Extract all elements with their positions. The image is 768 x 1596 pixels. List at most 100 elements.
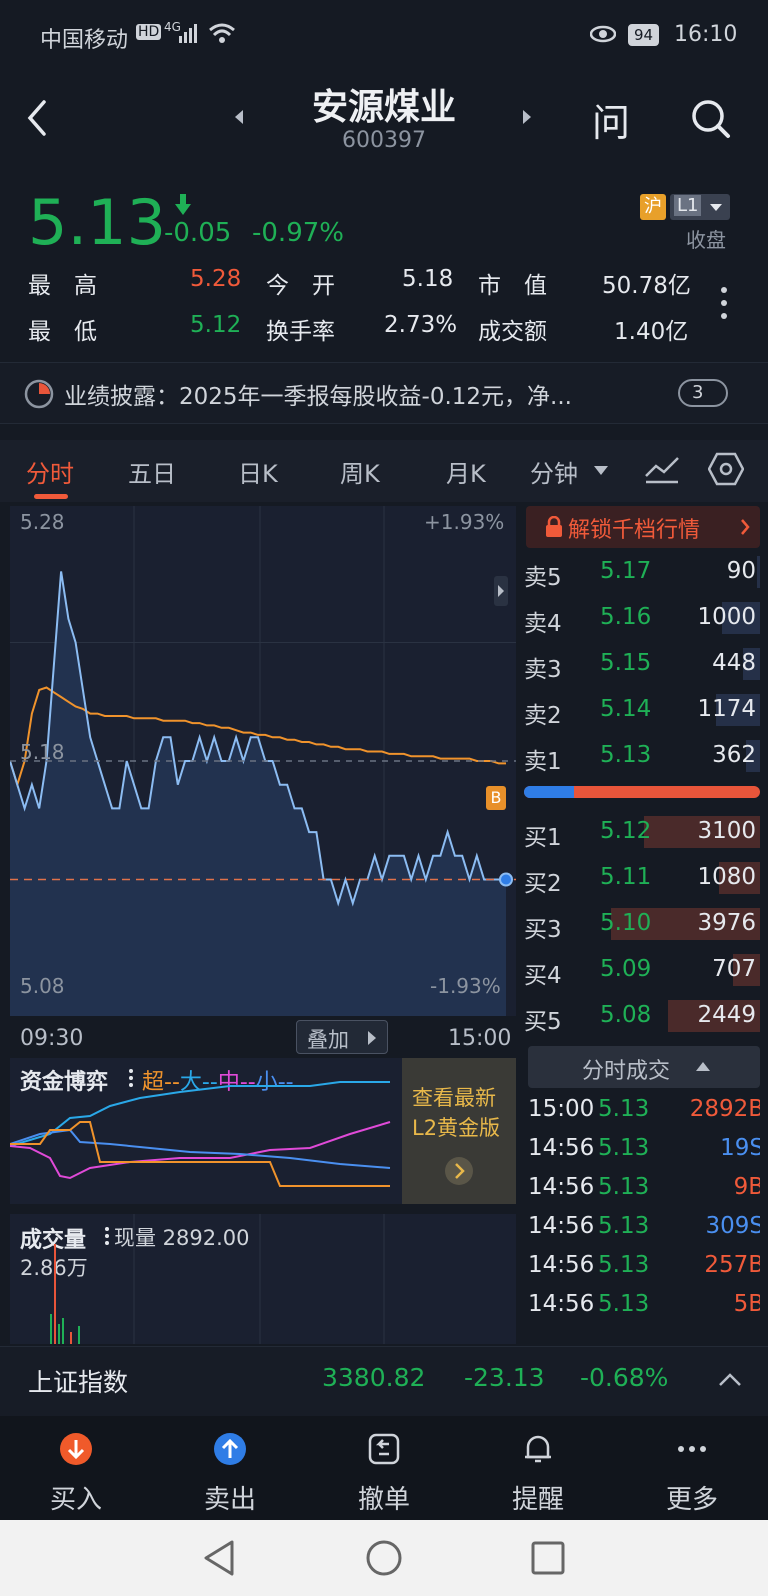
l2-promo-banner[interactable]: 查看最新 L2黄金版 <box>402 1058 516 1204</box>
tick-price: 5.13 <box>598 1252 650 1278</box>
tick-price: 5.13 <box>598 1213 650 1239</box>
tab-daily-k[interactable]: 日K <box>238 454 278 489</box>
tab-monthly-k[interactable]: 月K <box>446 454 486 489</box>
level-label: 卖5 <box>524 565 562 591</box>
market-state: 收盘 <box>686 228 726 252</box>
index-bar[interactable]: 上证指数 3380.82 -23.13 -0.68% <box>0 1346 768 1416</box>
signal-icon <box>179 24 197 43</box>
ask-row[interactable]: 卖4 5.16 1000 <box>524 596 764 642</box>
report-icon <box>24 379 54 409</box>
system-recents-icon[interactable] <box>528 1538 568 1578</box>
ask-row[interactable]: 卖3 5.15 448 <box>524 642 764 688</box>
search-icon[interactable] <box>690 98 732 140</box>
ask-row[interactable]: 卖5 5.17 90 <box>524 550 764 596</box>
level-label: 卖3 <box>524 657 562 683</box>
next-stock-icon[interactable] <box>522 110 532 124</box>
expand-right-icon[interactable] <box>494 576 508 606</box>
last-price: 5.13 <box>28 186 167 259</box>
notice-count-badge[interactable]: 3 <box>678 379 728 407</box>
bid-row[interactable]: 买3 5.10 3976 <box>524 902 764 948</box>
unlock-label: 解锁千档行情 <box>568 518 701 543</box>
alert-button[interactable]: 提醒 <box>478 1432 598 1516</box>
tick-row: 14:56 5.13 257B <box>528 1248 760 1288</box>
chart-mid-price: 5.18 <box>20 740 65 764</box>
alert-label: 提醒 <box>511 1485 564 1515</box>
system-back-icon[interactable] <box>200 1538 240 1578</box>
more-vertical-icon[interactable] <box>720 286 728 320</box>
intraday-chart-svg <box>10 506 516 1016</box>
tab-five-day[interactable]: 五日 <box>128 454 176 489</box>
open-label: 今 开 <box>266 273 335 299</box>
cancel-order-button[interactable]: 撤单 <box>324 1432 444 1516</box>
bid-row[interactable]: 买4 5.09 707 <box>524 948 764 994</box>
back-icon[interactable] <box>24 98 48 138</box>
tab-weekly-k[interactable]: 周K <box>340 454 380 489</box>
tick-price: 5.13 <box>598 1135 650 1161</box>
level-price: 5.09 <box>600 956 652 982</box>
sell-button[interactable]: 卖出 <box>170 1432 290 1516</box>
settings-hex-icon[interactable] <box>708 452 744 486</box>
expand-up-icon[interactable] <box>718 1373 742 1387</box>
level-price: 5.11 <box>600 864 652 890</box>
tab-intraday[interactable]: 分时 <box>26 454 74 489</box>
level-volume: 2449 <box>697 1002 756 1028</box>
index-value: 3380.82 <box>322 1363 426 1392</box>
tab-minute[interactable]: 分钟 <box>530 454 578 489</box>
bid-row[interactable]: 买5 5.08 2449 <box>524 994 764 1040</box>
overlay-label: 叠加 <box>307 1028 349 1052</box>
intraday-chart[interactable]: 5.28 +1.93% 5.18 5.08 -1.93% B <box>10 506 516 1016</box>
tick-time: 14:56 <box>528 1291 595 1317</box>
level-price: 5.14 <box>600 696 652 722</box>
more-button[interactable]: 更多 <box>632 1432 752 1516</box>
notice-text: 业绩披露：2025年一季报每股收益-0.12元，净... <box>64 384 572 410</box>
chevron-right-icon <box>368 1031 376 1045</box>
time-start: 09:30 <box>20 1026 84 1051</box>
minute-dropdown-icon[interactable] <box>594 466 608 476</box>
buy-button[interactable]: 买入 <box>16 1432 136 1516</box>
bid-row[interactable]: 买2 5.11 1080 <box>524 856 764 902</box>
ask-row[interactable]: 卖2 5.14 1174 <box>524 688 764 734</box>
capital-flow-panel[interactable]: 资金博弈 超--大--中--小-- 查看最新 L2黄金版 <box>10 1058 516 1204</box>
level-selector[interactable]: L1 <box>670 194 730 220</box>
tick-time: 15:00 <box>528 1096 595 1122</box>
ask-button[interactable]: 问 <box>592 92 630 147</box>
eye-icon <box>590 25 616 43</box>
active-tab-indicator <box>34 494 68 499</box>
level-label: 买5 <box>524 1009 562 1035</box>
system-home-icon[interactable] <box>364 1538 404 1578</box>
depth-bar <box>757 556 760 588</box>
ask-row[interactable]: 卖1 5.13 362 <box>524 734 764 780</box>
tick-volume: 5B <box>733 1291 760 1317</box>
bid-row[interactable]: 买1 5.12 3100 <box>524 810 764 856</box>
price-change-pct: -0.97% <box>252 218 344 248</box>
stock-code: 600397 <box>342 128 426 153</box>
overlay-button[interactable]: 叠加 <box>296 1020 388 1054</box>
earnings-notice[interactable]: 业绩披露：2025年一季报每股收益-0.12元，净... 3 <box>0 362 768 424</box>
level-price: 5.13 <box>600 742 652 768</box>
buy-marker[interactable]: B <box>486 786 506 810</box>
indicator-icon[interactable] <box>644 454 680 484</box>
down-arrow-icon <box>175 194 191 215</box>
level-label: L1 <box>674 195 702 216</box>
stock-name: 安源煤业 <box>311 87 456 128</box>
more-dots-icon <box>678 1446 706 1452</box>
tick-price: 5.13 <box>598 1291 650 1317</box>
level-price: 5.16 <box>600 604 652 630</box>
high-value: 5.28 <box>190 266 242 292</box>
index-change: -23.13 <box>464 1363 545 1392</box>
turnover-value: 2.73% <box>384 312 458 338</box>
volume-bars <box>50 1214 385 1344</box>
bottom-nav: 买入 卖出 撤单 提醒 更多 <box>0 1416 768 1520</box>
tick-header[interactable]: 分时成交 <box>528 1046 760 1088</box>
tick-volume: 19S <box>720 1135 760 1161</box>
chart-bottom-price: 5.08 <box>20 974 65 998</box>
chevron-down-icon <box>710 204 722 211</box>
mcap-label: 市 值 <box>478 273 547 299</box>
level-label: 买4 <box>524 963 562 989</box>
market-badge: 沪 <box>640 194 666 220</box>
prev-stock-icon[interactable] <box>234 110 244 124</box>
cancel-order-label: 撤单 <box>357 1485 410 1515</box>
notice-count: 3 <box>692 382 704 403</box>
unlock-depth-button[interactable]: 解锁千档行情 <box>526 506 760 548</box>
volume-panel[interactable]: 成交量 现量 2892.00 2.86万 <box>10 1214 516 1344</box>
